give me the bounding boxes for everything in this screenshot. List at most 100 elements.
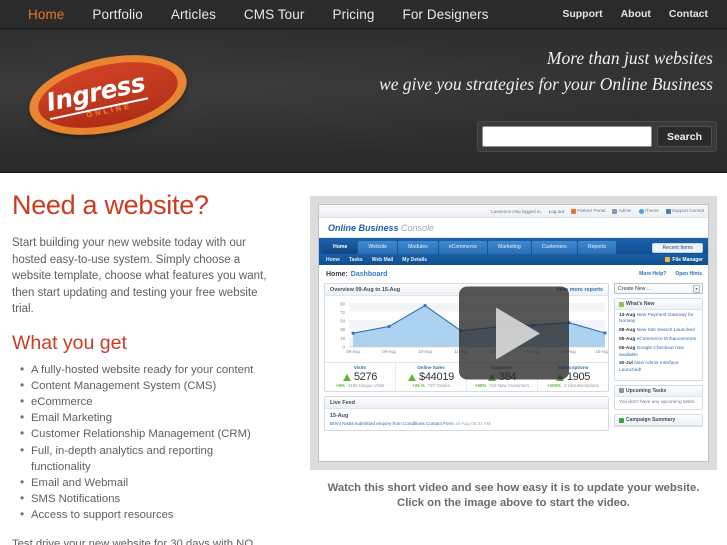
console-brand: Online Business Console [328, 222, 435, 233]
console-tab-marketing[interactable]: Marketing [487, 241, 531, 254]
stat-note: 3 Unsubscriptions [563, 383, 599, 388]
video-thumbnail[interactable]: Lawrence Hsu logged in. Log out Partner … [310, 196, 717, 470]
stat-label: Visits [353, 365, 367, 370]
live-feed-body: 15-Aug Brent Nisbit submitted enquiry fr… [325, 409, 608, 430]
console-tab-ecommerce[interactable]: eCommerce [438, 241, 487, 254]
list-item: A fully-hosted website ready for your co… [12, 360, 274, 378]
search-button[interactable]: Search [656, 126, 712, 147]
console-breadcrumb: Home: Dashboard More Help? Open Hints [319, 265, 708, 283]
nav-item-portfolio[interactable]: Portfolio [78, 0, 156, 29]
campaign-summary-header: Campaign Summary [615, 415, 702, 427]
console-tab-website[interactable]: Website [358, 241, 398, 254]
list-item: Content Management System (CMS) [12, 377, 274, 394]
breadcrumb-page: Dashboard [350, 270, 388, 278]
svg-text:72: 72 [340, 310, 345, 315]
live-feed-header: Live Feed [325, 397, 608, 409]
svg-text:90: 90 [340, 301, 345, 306]
console-subnav-home[interactable]: Home [326, 257, 340, 263]
list-item[interactable]: 30-Jul New Admin Interface Launched! [619, 361, 698, 374]
nav-item-pricing[interactable]: Pricing [319, 0, 389, 29]
nav-item-cms-tour[interactable]: CMS Tour [230, 0, 319, 29]
svg-text:15-Aug: 15-Aug [595, 349, 608, 354]
list-item[interactable]: 05-Aug Google Checkout now available [619, 346, 698, 359]
utility-nav: Support About Contact [553, 0, 717, 29]
nav-item-home[interactable]: Home [14, 0, 78, 29]
live-feed-title: Live Feed [330, 399, 355, 406]
stat-percent: +26 % [412, 383, 425, 388]
whats-new-title: What's New [626, 301, 655, 307]
site-header: Ingress ONLINE More than just websites w… [0, 29, 727, 173]
folder-icon [665, 256, 671, 262]
console-logged-in-text: Lawrence Hsu logged in. [491, 208, 542, 214]
live-feed-entry[interactable]: Brent Nisbit submitted enquiry from Cond… [330, 421, 603, 426]
console-tab-customers[interactable]: Customers [531, 241, 577, 254]
news-date: 30-Jul [619, 361, 633, 367]
upcoming-tasks-panel: Upcoming Tasks You don't have any upcomi… [614, 384, 703, 411]
overview-title: Overview 09-Aug to 15-Aug [330, 286, 401, 293]
whats-new-panel: What's New 14-Aug New Payment Gateway fo… [614, 298, 703, 381]
breadcrumb-root: Home: [326, 270, 348, 278]
console-recent-items-button[interactable]: Recent Items [652, 243, 703, 253]
video-caption-line-2: Click on the image above to start the vi… [397, 497, 630, 509]
list-item[interactable]: 14-Aug New Payment Gateway for Norway [619, 313, 698, 326]
chevron-down-icon[interactable]: ▾ [693, 284, 700, 293]
console-user-bar: Lawrence Hsu logged in. Log out Partner … [319, 205, 708, 218]
news-title: New Site Search Launched [636, 328, 695, 334]
console-brand-bar: Online Business Console [319, 218, 708, 238]
create-new-select[interactable]: Create New ... ▾ [614, 283, 703, 294]
stat-percent: +50% [474, 383, 487, 388]
console-subnav-tasks[interactable]: Tasks [349, 257, 363, 263]
nav-item-support[interactable]: Support [553, 0, 611, 29]
news-date: 08-Aug [619, 328, 636, 334]
feature-list: A fully-hosted website ready for your co… [12, 360, 274, 524]
svg-text:08-Aug: 08-Aug [346, 349, 360, 354]
stat-note: 4183 Unique Visits [347, 383, 385, 388]
nav-item-articles[interactable]: Articles [157, 0, 230, 29]
up-arrow-icon [408, 373, 417, 381]
console-partner-portal-link[interactable]: Partner Portal [571, 208, 605, 214]
stat-label: Online Sales [417, 365, 445, 370]
list-item: SMS Notifications [12, 490, 274, 507]
nav-item-contact[interactable]: Contact [660, 0, 717, 29]
console-tab-modules[interactable]: Modules [398, 241, 438, 254]
section-title-what-you-get: What you get [12, 331, 127, 354]
console-tab-bar: Home Website Modules eCommerce Marketing… [319, 238, 708, 254]
upcoming-tasks-header: Upcoming Tasks [615, 385, 702, 397]
left-content-column: Need a website? Start building your new … [12, 190, 274, 545]
live-feed-entry-time: 15-Aug 08:31 AM [455, 421, 491, 426]
list-item[interactable]: 05-Aug eCommerce Enhancements [619, 337, 698, 343]
console-tab-home[interactable]: Home [323, 241, 358, 254]
open-hints-link[interactable]: Open Hints [675, 271, 702, 277]
svg-text:10-Aug: 10-Aug [418, 349, 432, 354]
console-file-manager-link[interactable]: File Manager [665, 256, 703, 263]
site-logo[interactable]: Ingress ONLINE [22, 42, 194, 148]
live-feed-date: 15-Aug [330, 413, 349, 419]
search-input[interactable] [482, 126, 652, 147]
clock-icon [619, 388, 624, 394]
support-icon [665, 208, 671, 214]
list-item[interactable]: 08-Aug New Site Search Launched [619, 328, 698, 334]
stat-note: 212 New Customers [489, 383, 530, 388]
play-button[interactable] [458, 286, 569, 380]
console-sub-nav: Home Tasks Web Mail My Details File Mana… [319, 254, 708, 265]
console-subnav-webmail[interactable]: Web Mail [372, 257, 394, 263]
wrench-icon [612, 208, 618, 214]
star-icon [571, 208, 577, 214]
stat-percent: +100% [547, 383, 561, 388]
console-subnav-my-details[interactable]: My Details [402, 257, 427, 263]
campaign-summary-title: Campaign Summary [626, 417, 676, 424]
nav-item-about[interactable]: About [612, 0, 660, 29]
stat-value: 1905 [566, 371, 591, 383]
console-tab-reports[interactable]: Reports [577, 241, 616, 254]
more-help-link[interactable]: More Help? [639, 271, 666, 277]
svg-text:36: 36 [340, 327, 345, 332]
nav-item-for-designers[interactable]: For Designers [388, 0, 502, 29]
console-admin-link[interactable]: Admin [612, 208, 632, 214]
campaign-summary-panel: Campaign Summary [614, 414, 703, 428]
sparkle-icon [619, 301, 624, 307]
console-support-central-link[interactable]: Support Central [665, 208, 704, 214]
upcoming-tasks-body: You don't have any upcoming tasks. [615, 397, 702, 409]
list-item: Access to support resources [12, 506, 274, 523]
console-logout-link[interactable]: Log out [549, 209, 564, 214]
console-theme-link[interactable]: Theme [638, 208, 659, 214]
